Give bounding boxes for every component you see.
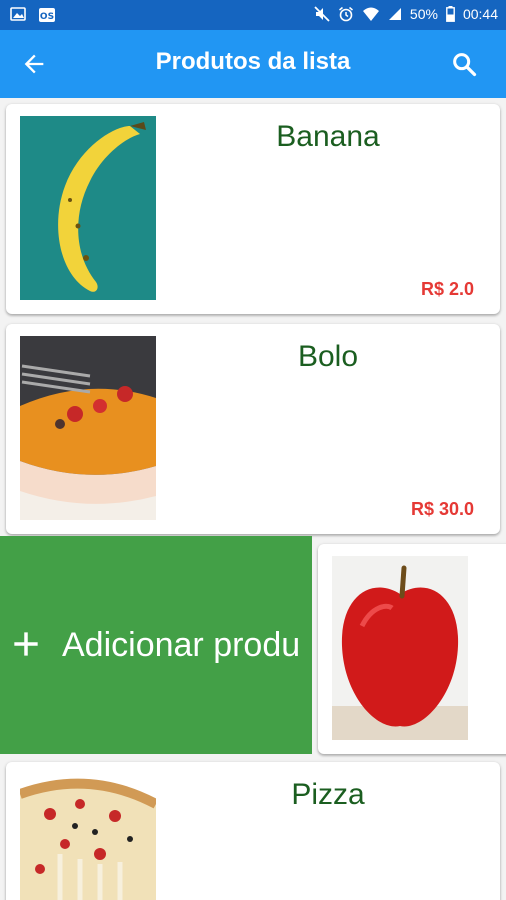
product-card-bolo[interactable]: Bolo R$ 30.0 (6, 324, 500, 534)
product-card-banana[interactable]: Banana R$ 2.0 (6, 104, 500, 314)
mute-icon (314, 6, 330, 22)
status-bar-notifications: OS (10, 7, 56, 23)
product-card-pizza[interactable]: Pizza (6, 762, 500, 900)
page-title: Produtos da lista (155, 48, 351, 75)
signal-icon (388, 8, 401, 20)
product-list[interactable]: Banana R$ 2.0 Bolo R$ 30.0 Adicionar pro… (0, 98, 506, 900)
product-card-apple[interactable] (318, 544, 506, 754)
product-image-banana (20, 116, 156, 300)
search-icon[interactable] (450, 50, 478, 78)
app-bar: Produtos da lista (0, 30, 506, 98)
svg-text:OS: OS (40, 12, 54, 22)
alarm-icon (338, 6, 353, 22)
battery-icon (446, 6, 455, 22)
product-name: Banana (276, 120, 380, 153)
status-bar-system: 50% 00:44 (314, 6, 498, 22)
product-name: Pizza (291, 778, 365, 811)
product-name: Bolo (297, 340, 359, 373)
notification-app-icon: OS (39, 8, 55, 22)
product-image-pizza (20, 774, 156, 900)
plus-icon (14, 632, 38, 656)
swipe-add-action[interactable]: Adicionar produ (0, 536, 312, 754)
product-image-bolo (20, 336, 156, 520)
swipe-add-label: Adicionar produ (62, 626, 301, 664)
product-price: R$ 2.0 (420, 279, 474, 299)
battery-percent: 50% (409, 6, 438, 22)
product-price: R$ 30.0 (410, 499, 474, 519)
wifi-icon (362, 7, 379, 21)
gallery-icon (10, 7, 26, 21)
status-bar: OS 50% 00:44 (0, 0, 506, 30)
clock: 00:44 (462, 6, 498, 22)
product-image-apple (332, 556, 468, 740)
